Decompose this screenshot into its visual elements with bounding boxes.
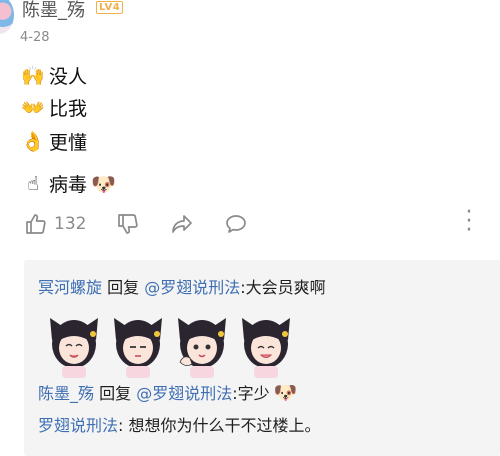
- comment-text: 比我: [49, 98, 88, 120]
- reply-text: :字少: [232, 384, 270, 403]
- reply-author[interactable]: 陈墨_殇: [38, 380, 94, 404]
- reply-verb: 回复: [94, 384, 137, 403]
- anime-girl-sticker: [174, 310, 230, 378]
- more-vertical-icon[interactable]: · · ·: [462, 202, 476, 242]
- comment-line-1: 🙌 没人: [20, 62, 87, 89]
- share-icon[interactable]: [170, 212, 194, 236]
- reply-2: 陈墨_殇 回复 @罗翅说刑法 :字少 🐶: [38, 380, 297, 404]
- comment-line-3: 👌 更懂: [20, 128, 87, 155]
- doge-emoji: 🐶: [91, 171, 116, 196]
- doge-emoji: 🐶: [273, 381, 298, 404]
- comment-date: 4-28: [20, 30, 50, 45]
- sticker-row: [46, 310, 294, 378]
- reply-text: :大会员爽啊: [240, 278, 326, 297]
- thumbs-down-icon[interactable]: [116, 212, 140, 236]
- reply-section: 冥河螺旋 回复 @罗翅说刑法 :大会员爽啊 陈墨_殇 回复 @罗翅说刑法:字少…: [24, 260, 500, 456]
- level-badge: LV4: [96, 1, 124, 14]
- like-count: 132: [54, 214, 87, 234]
- anime-girl-sticker: [110, 310, 166, 378]
- index-pointing-up-emoji: ☝: [27, 172, 39, 195]
- reply-target[interactable]: @罗翅说刑法: [144, 274, 240, 298]
- comment-line-2: 👐 比我: [20, 94, 87, 121]
- comment-actions: 132: [24, 212, 248, 236]
- comment-username[interactable]: 陈墨_殇: [22, 0, 85, 22]
- reply-author[interactable]: 冥河螺旋: [38, 274, 102, 298]
- comment-text: 没人: [49, 66, 88, 88]
- avatar[interactable]: [0, 0, 14, 34]
- anime-girl-sticker: [238, 310, 294, 378]
- reply-author[interactable]: 罗翅说刑法: [38, 412, 118, 436]
- comment-text: 病毒: [49, 174, 88, 196]
- comment-line-4: ☝ 病毒 🐶: [20, 170, 116, 197]
- raised-hands-emoji: 🙌: [21, 65, 45, 87]
- anime-girl-sticker: [46, 310, 102, 378]
- reply-target[interactable]: @罗翅说刑法: [136, 380, 232, 404]
- comment-text: 更懂: [49, 132, 88, 154]
- reply-1: 冥河螺旋 回复 @罗翅说刑法 :大会员爽啊: [38, 274, 326, 298]
- open-hands-emoji: 👐: [21, 97, 45, 119]
- reply-text: : 想想你为什么干不过楼上。: [118, 416, 321, 435]
- reply-3: 罗翅说刑法 : 想想你为什么干不过楼上。: [38, 412, 321, 436]
- ok-hand-emoji: 👌: [21, 131, 45, 153]
- comment-bubble-icon[interactable]: [224, 212, 248, 236]
- thumbs-up-icon[interactable]: [24, 212, 48, 236]
- reply-verb: 回复: [102, 278, 145, 297]
